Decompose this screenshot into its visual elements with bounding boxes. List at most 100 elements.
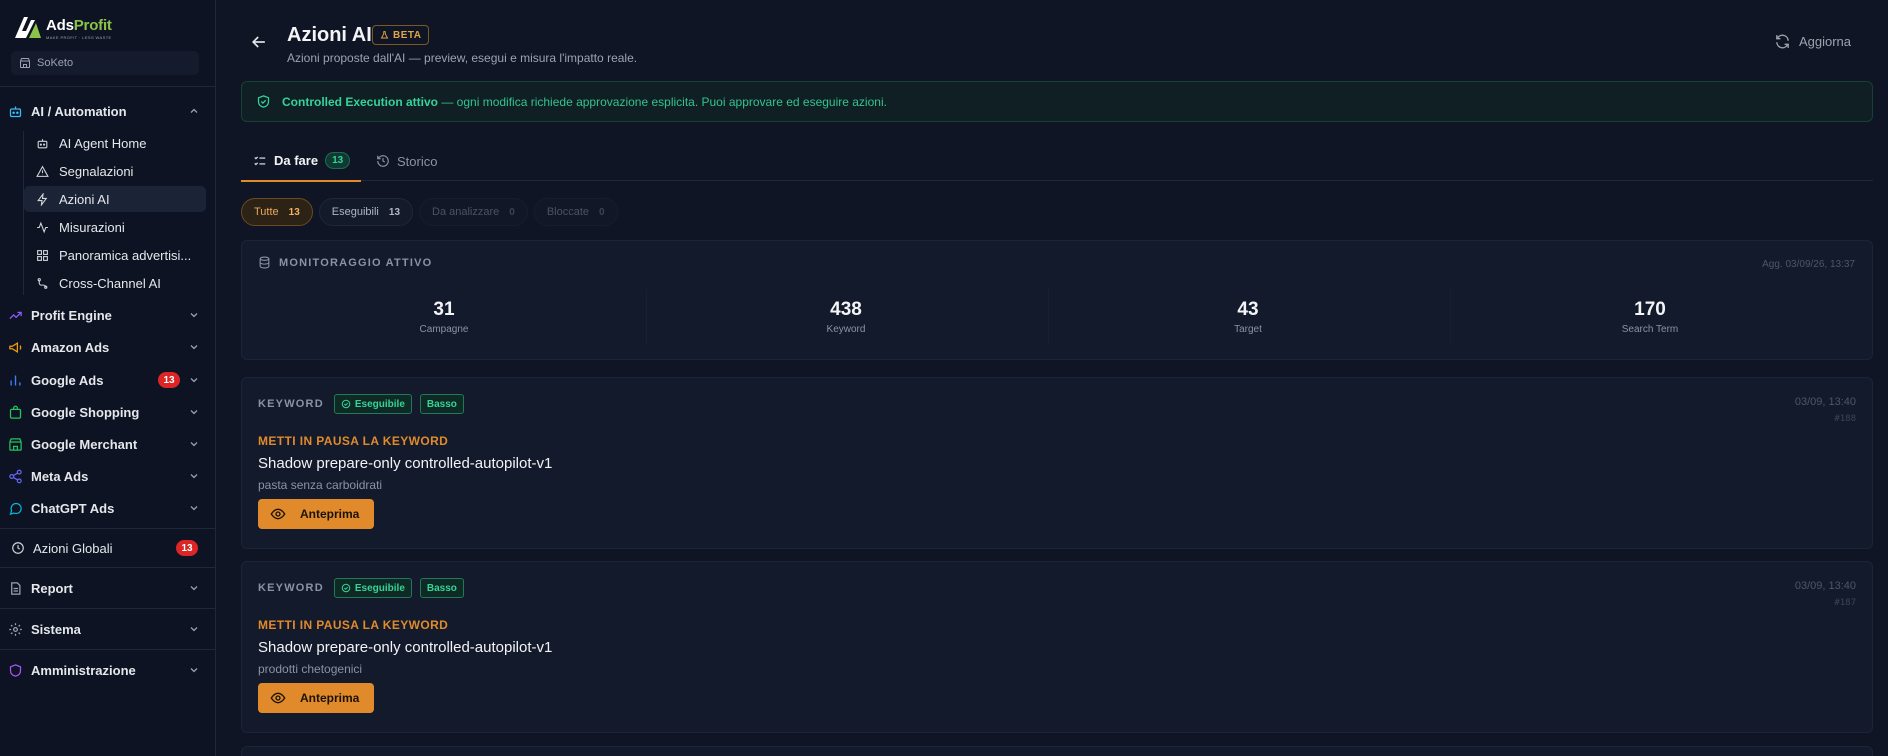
refresh-button[interactable]: Aggiorna <box>1774 33 1851 50</box>
nav-report[interactable]: Report <box>0 576 216 600</box>
action-card: KEYWORD Eseguibile Basso 03/09, 13:40 #1… <box>241 377 1873 549</box>
nav-google-merchant[interactable]: Google Merchant <box>0 432 216 456</box>
risk-badge: Basso <box>419 578 464 598</box>
sidebar-divider <box>0 608 216 609</box>
sidebar: AdsProfit MAKE PROFIT · LESS WASTE SoKet… <box>0 0 216 756</box>
monitoring-title: MONITORAGGIO ATTIVO <box>258 256 432 269</box>
nav-ai-automation[interactable]: AI / Automation <box>0 99 216 123</box>
gear-icon <box>9 622 22 636</box>
shield-check-icon <box>257 95 270 108</box>
nav-label: Azioni Globali <box>33 540 113 556</box>
bar-chart-icon <box>10 375 21 385</box>
chat-icon <box>9 502 22 515</box>
nav-chatgpt-ads[interactable]: ChatGPT Ads <box>0 496 216 520</box>
nav-label: Meta Ads <box>31 468 89 484</box>
robot-icon <box>37 138 48 148</box>
chevron-down-icon <box>190 506 198 511</box>
sidebar-item-segnalazioni[interactable]: Segnalazioni <box>24 158 206 184</box>
action-title: Shadow prepare-only controlled-autopilot… <box>258 639 553 656</box>
tabs: Da fare 13 Storico <box>241 141 1873 182</box>
nav-label: ChatGPT Ads <box>31 500 115 516</box>
nav-google-shopping[interactable]: Google Shopping <box>0 400 216 424</box>
chevron-up-icon <box>190 108 198 113</box>
preview-button[interactable]: Anteprima <box>258 499 374 529</box>
store-icon <box>9 437 22 451</box>
store-icon <box>20 58 30 68</box>
google-ads-badge: 13 <box>158 372 180 388</box>
sidebar-item-label: Panoramica advertisi... <box>59 247 192 263</box>
action-card: KEYWORD Eseguibile Basso 03/09, 13:40 #1… <box>241 561 1873 733</box>
sidebar-item-azioni-ai[interactable]: Azioni AI <box>24 186 206 212</box>
history-icon <box>377 155 389 167</box>
action-title: Shadow prepare-only controlled-autopilot… <box>258 455 553 472</box>
nav-label: Sistema <box>31 621 81 637</box>
nav-label: Profit Engine <box>31 307 112 323</box>
sidebar-divider <box>0 649 216 650</box>
workspace-name: SoKeto <box>37 57 74 69</box>
filter-tutte[interactable]: Tutte 13 <box>241 198 313 226</box>
page-subtitle: Azioni proposte dall'AI — preview, esegu… <box>287 51 638 65</box>
nav-label: Amazon Ads <box>31 339 110 355</box>
filter-eseguibili[interactable]: Eseguibili 13 <box>318 198 414 226</box>
action-id: #188 <box>1834 414 1856 424</box>
nav-label: Amministrazione <box>31 662 136 678</box>
action-target: pasta senza carboidrati <box>258 478 383 492</box>
action-entity: KEYWORD <box>258 582 324 594</box>
back-button[interactable] <box>249 32 269 52</box>
app-name: AdsProfit <box>46 17 112 34</box>
app-tagline: MAKE PROFIT · LESS WASTE <box>46 35 112 40</box>
chevron-down-icon <box>190 378 198 383</box>
chevron-down-icon <box>190 442 198 447</box>
nav-meta-ads[interactable]: Meta Ads <box>0 464 216 488</box>
nav-label: AI / Automation <box>31 103 127 119</box>
nav-profit-engine[interactable]: Profit Engine <box>0 303 216 327</box>
monitoring-updated: Agg. 03/09/26, 13:37 <box>1762 259 1855 270</box>
stat-search-term: 170 Search Term <box>1621 299 1679 335</box>
trending-up-icon <box>9 311 22 319</box>
tab-storico[interactable]: Storico <box>376 141 437 181</box>
database-icon <box>259 256 270 269</box>
refresh-icon <box>1776 34 1789 49</box>
share-icon <box>9 469 22 483</box>
app-logo[interactable]: AdsProfit MAKE PROFIT · LESS WASTE <box>14 14 112 44</box>
nav-google-ads[interactable]: Google Ads 13 <box>0 368 216 392</box>
action-id: #187 <box>1834 598 1856 608</box>
document-icon <box>11 581 21 595</box>
workspace-selector[interactable]: SoKeto <box>11 51 199 75</box>
sidebar-item-cross-channel[interactable]: Cross-Channel AI <box>24 270 206 296</box>
sidebar-divider <box>0 528 216 529</box>
action-type: METTI IN PAUSA LA KEYWORD <box>258 434 449 448</box>
nav-amministrazione[interactable]: Amministrazione <box>0 658 216 682</box>
action-card-partial <box>241 746 1873 756</box>
shield-icon <box>9 663 22 677</box>
action-entity: KEYWORD <box>258 398 324 410</box>
nav-azioni-globali[interactable]: Azioni Globali 13 <box>0 536 216 560</box>
check-circle-icon <box>341 399 351 409</box>
page-title: Azioni AI <box>287 24 372 46</box>
nav-amazon-ads[interactable]: Amazon Ads <box>0 335 216 359</box>
banner-text: Controlled Execution attivo — ogni modif… <box>282 94 887 109</box>
azioni-globali-badge: 13 <box>176 540 198 556</box>
tab-da-fare[interactable]: Da fare 13 <box>241 141 361 182</box>
sidebar-item-misurazioni[interactable]: Misurazioni <box>24 214 206 240</box>
sidebar-item-panoramica[interactable]: Panoramica advertisi... <box>24 242 206 268</box>
nav-sistema[interactable]: Sistema <box>0 617 216 641</box>
action-date: 03/09, 13:40 <box>1794 580 1856 592</box>
flask-icon <box>380 31 389 39</box>
clock-icon <box>12 542 24 554</box>
risk-badge: Basso <box>419 394 464 414</box>
preview-button[interactable]: Anteprima <box>258 683 374 713</box>
nav-label: Google Merchant <box>31 436 138 452</box>
tab-label: Da fare <box>274 153 319 168</box>
filter-bloccate[interactable]: Bloccate 0 <box>533 198 618 226</box>
chevron-down-icon <box>190 586 198 591</box>
refresh-label: Aggiorna <box>1798 34 1851 49</box>
main-content: Azioni AI BETA Azioni proposte dall'AI —… <box>217 0 1888 756</box>
logo-mark-icon <box>15 17 41 38</box>
filter-da-analizzare[interactable]: Da analizzare 0 <box>419 198 528 226</box>
monitoring-panel: MONITORAGGIO ATTIVO Agg. 03/09/26, 13:37… <box>241 240 1873 360</box>
filter-chips: Tutte 13 Eseguibili 13 Da analizzare 0 Bloc… <box>241 198 618 226</box>
tab-count: 13 <box>325 152 351 169</box>
arrow-left-icon <box>251 36 265 48</box>
sidebar-item-ai-agent-home[interactable]: AI Agent Home <box>24 130 206 156</box>
